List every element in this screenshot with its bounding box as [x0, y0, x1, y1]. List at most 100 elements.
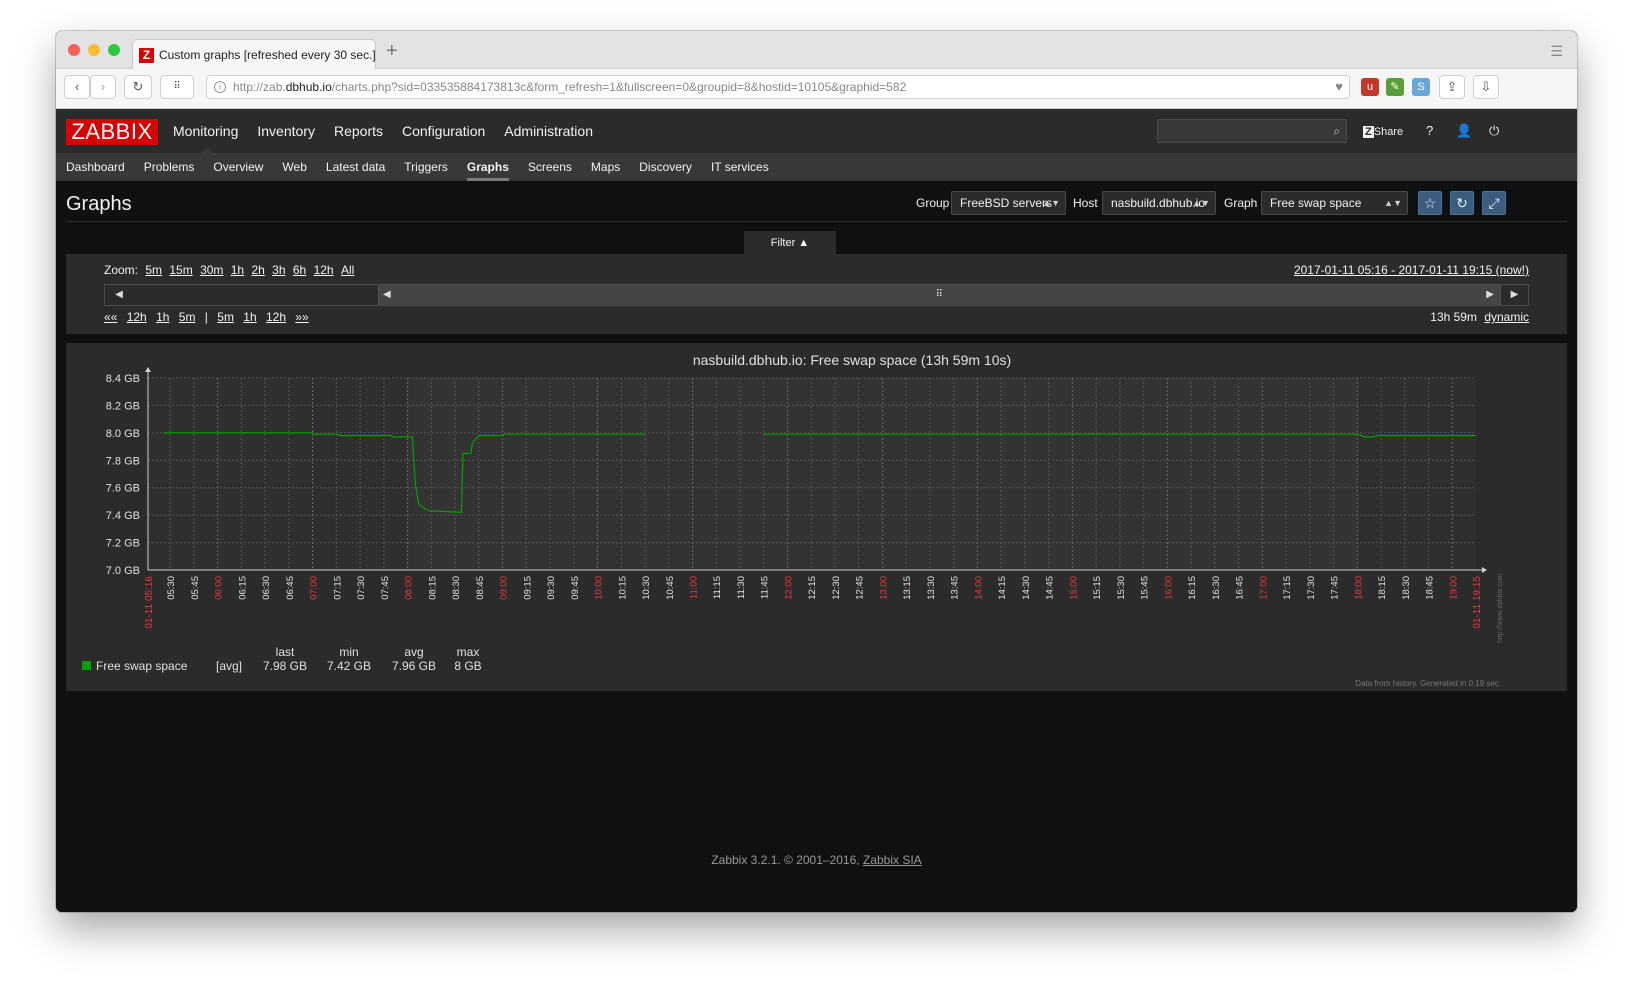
x-tick-label: 16:15	[1187, 576, 1198, 600]
time-scrollbar[interactable]: ◀ ◀ ⠿ ▶ ▶	[104, 284, 1529, 306]
nav-forward-5m[interactable]: 5m	[217, 310, 234, 324]
reload-icon[interactable]: ↻	[124, 75, 152, 99]
x-tick-label: 08:45	[475, 576, 486, 600]
zoom-3h[interactable]: 3h	[272, 263, 285, 277]
menu-inventory[interactable]: Inventory	[257, 109, 315, 153]
nav-forward-12h[interactable]: 12h	[266, 310, 286, 324]
submenu-dashboard[interactable]: Dashboard	[66, 153, 125, 181]
page-footer: Zabbix 3.2.1. © 2001–2016, Zabbix SIA	[56, 853, 1577, 867]
x-end-label: 01-11 19:15	[1472, 576, 1483, 629]
scroll-right-icon[interactable]: ▶	[1500, 285, 1528, 305]
close-window-button[interactable]	[68, 44, 80, 56]
swap-space-chart[interactable]: nasbuild.dbhub.io: Free swap space (13h …	[66, 343, 1507, 691]
group-select-value: FreeBSD servers	[960, 196, 1053, 210]
submenu-overview[interactable]: Overview	[213, 153, 263, 181]
browser-tab-bar: Z Custom graphs [refreshed every 30 sec.…	[56, 31, 1577, 70]
menu-administration[interactable]: Administration	[504, 109, 593, 153]
x-tick-label: 09:15	[522, 576, 533, 600]
submenu-web[interactable]: Web	[282, 153, 306, 181]
favourite-star-icon[interactable]: ☆	[1418, 191, 1442, 215]
nav-back-5m[interactable]: 5m	[179, 310, 196, 324]
browser-tab[interactable]: Z Custom graphs [refreshed every 30 sec.…	[132, 39, 376, 70]
submenu-latest-data[interactable]: Latest data	[326, 153, 385, 181]
ublock-icon[interactable]: u	[1361, 78, 1379, 96]
help-button[interactable]: ?	[1426, 121, 1433, 141]
back-button[interactable]: ‹	[64, 75, 90, 99]
scroll-track[interactable]	[133, 285, 378, 305]
x-tick-label: 14:30	[1021, 576, 1032, 600]
nav-back-1h[interactable]: 1h	[156, 310, 169, 324]
site-info-icon[interactable]: i	[214, 81, 226, 93]
x-tick-label: 16:00	[1163, 576, 1174, 600]
page-content: Graphs Group FreeBSD servers ▲▼ Host nasb…	[56, 181, 1577, 912]
scroll-left-icon[interactable]: ◀	[105, 285, 133, 305]
select-arrows-icon: ▲▼	[1192, 198, 1210, 208]
heart-icon[interactable]: ♥	[1335, 76, 1343, 98]
submenu-it-services[interactable]: IT services	[711, 153, 769, 181]
thumb-right-handle-icon[interactable]: ▶	[1486, 285, 1494, 305]
submenu-problems[interactable]: Problems	[144, 153, 195, 181]
y-tick-label: 7.4 GB	[106, 510, 140, 522]
zoom-12h[interactable]: 12h	[314, 263, 334, 277]
x-tick-label: 11:30	[736, 576, 747, 599]
search-input[interactable]: ⌕	[1157, 119, 1347, 143]
maximize-window-button[interactable]	[108, 44, 120, 56]
tab-overview-icon[interactable]: ☰	[1550, 43, 1563, 60]
submenu-discovery[interactable]: Discovery	[639, 153, 692, 181]
time-range[interactable]: 2017-01-11 05:16 - 2017-01-11 19:15 (now…	[1294, 263, 1529, 277]
minimize-window-button[interactable]	[88, 44, 100, 56]
host-select[interactable]: nasbuild.dbhub.io ▲▼	[1102, 191, 1216, 215]
zoom-6h[interactable]: 6h	[293, 263, 306, 277]
share-icon[interactable]: ⇪	[1439, 75, 1465, 99]
submenu-screens[interactable]: Screens	[528, 153, 572, 181]
thumb-left-handle-icon[interactable]: ◀	[383, 285, 391, 305]
submenu-graphs[interactable]: Graphs	[466, 153, 509, 181]
zabbix-logo[interactable]: ZABBIX	[66, 119, 158, 145]
menu-configuration[interactable]: Configuration	[402, 109, 485, 153]
zoom-30m[interactable]: 30m	[200, 263, 223, 277]
sign-out-icon[interactable]: ⏻	[1489, 121, 1499, 141]
zoom-15m[interactable]: 15m	[169, 263, 192, 277]
host-select-value: nasbuild.dbhub.io	[1111, 196, 1206, 210]
drag-handle-icon[interactable]: ⠿	[936, 285, 943, 305]
forward-button[interactable]: ›	[90, 75, 116, 99]
group-select[interactable]: FreeBSD servers ▲▼	[951, 191, 1066, 215]
zoom-2h[interactable]: 2h	[251, 263, 264, 277]
scroll-thumb[interactable]: ◀ ⠿ ▶	[378, 285, 1500, 305]
zoom-all[interactable]: All	[341, 263, 354, 277]
title-divider	[66, 221, 1567, 222]
x-tick-label: 18:15	[1377, 576, 1388, 600]
x-tick-label: 17:15	[1282, 576, 1293, 600]
menu-reports[interactable]: Reports	[334, 109, 383, 153]
search-icon[interactable]: ⌕	[1333, 124, 1340, 139]
time-filter: Zoom: 5m 15m 30m 1h 2h 3h 6h 12h All 201…	[66, 254, 1567, 334]
submenu-maps[interactable]: Maps	[591, 153, 620, 181]
x-tick-label: 06:00	[214, 576, 225, 600]
x-tick-label: 10:15	[617, 576, 628, 600]
footer-link[interactable]: Zabbix SIA	[863, 853, 922, 867]
filter-toggle[interactable]: Filter ▲	[744, 231, 836, 255]
download-icon[interactable]: ⇩	[1473, 75, 1499, 99]
extension-icon[interactable]: ✎	[1386, 78, 1404, 96]
nav-forward-all[interactable]: »»	[295, 310, 308, 324]
x-tick-label: 19:00	[1448, 576, 1459, 600]
fullscreen-icon[interactable]: ⤢	[1482, 191, 1506, 215]
grid-icon[interactable]: ⠿	[160, 75, 194, 99]
menu-monitoring[interactable]: Monitoring	[173, 109, 238, 153]
zoom-5m[interactable]: 5m	[145, 263, 162, 277]
s-extension-icon[interactable]: S	[1412, 78, 1430, 96]
nav-back-all[interactable]: ««	[104, 310, 117, 324]
address-bar[interactable]: i http://zab.dbhub.io/charts.php?sid=033…	[206, 75, 1350, 99]
chart-title: nasbuild.dbhub.io: Free swap space (13h …	[693, 352, 1011, 368]
new-tab-button[interactable]: +	[386, 39, 398, 63]
share-button[interactable]: Z Share	[1363, 121, 1403, 142]
zoom-1h[interactable]: 1h	[231, 263, 244, 277]
graph-select[interactable]: Free swap space ▲▼	[1261, 191, 1408, 215]
x-axis-arrow	[1482, 567, 1487, 573]
user-profile-icon[interactable]: 👤	[1456, 121, 1472, 141]
nav-forward-1h[interactable]: 1h	[243, 310, 256, 324]
submenu-triggers[interactable]: Triggers	[404, 153, 448, 181]
period-mode[interactable]: dynamic	[1484, 310, 1529, 324]
refresh-icon[interactable]: ↻	[1450, 191, 1474, 215]
nav-back-12h[interactable]: 12h	[127, 310, 147, 324]
